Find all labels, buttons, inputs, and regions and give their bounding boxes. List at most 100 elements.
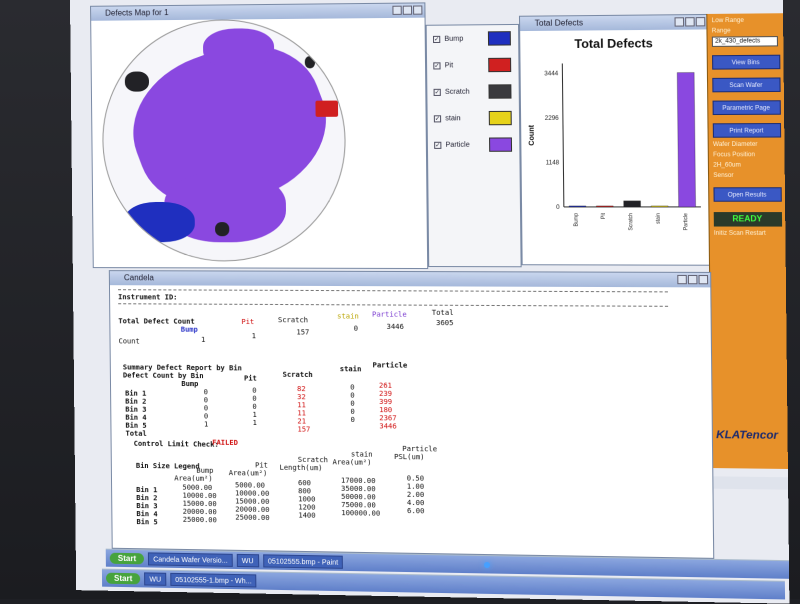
size-header-particle-unit: PSL(um): [394, 453, 425, 462]
legend-swatch: [488, 84, 511, 98]
bin-cell-pit: 0: [252, 403, 256, 411]
taskbar-item[interactable]: 05102555.bmp - Paint: [263, 554, 344, 569]
size-cell-particle: 0.50: [407, 474, 424, 482]
minimize-icon[interactable]: [674, 17, 684, 26]
bin-cell-scratch: 11: [297, 401, 306, 409]
taskbar-item[interactable]: WU: [237, 554, 259, 568]
map-titlebar[interactable]: Defects Map for 1: [91, 3, 424, 20]
legend-item-pit[interactable]: ✓ Pit: [427, 52, 519, 79]
bin-cell-stain: 0: [350, 408, 354, 416]
legend-item-particle[interactable]: ✓ Particle: [428, 131, 520, 158]
size-cell-bump: 25000.00: [183, 516, 217, 525]
legend-checkbox[interactable]: ✓: [433, 35, 440, 42]
legend-item-bump[interactable]: ✓ Bump: [427, 25, 519, 52]
scan-wafer-button[interactable]: Scan Wafer: [712, 77, 780, 92]
scratch-cluster: [125, 71, 149, 91]
start-button[interactable]: Start: [110, 553, 144, 565]
size-cell-particle: 1.00: [407, 483, 424, 491]
bin-cell-bump: 0: [204, 412, 208, 420]
taskbar-item[interactable]: WU: [144, 572, 166, 585]
bin-header-particle: Particle: [373, 361, 408, 369]
bin-total-scratch: 157: [297, 425, 310, 433]
total-defect-count-label: Total Defect Count: [118, 317, 194, 325]
bar-scratch: [624, 201, 641, 207]
divider: [118, 303, 668, 307]
legend-item-stain[interactable]: ✓ stain: [428, 105, 520, 132]
size-header-stain-unit: Area(um²): [333, 458, 372, 467]
bin-cell-stain: 0: [350, 392, 354, 400]
maximize-icon[interactable]: [685, 17, 695, 26]
parametric-page-button[interactable]: Parametric Page: [712, 100, 780, 115]
maximize-icon[interactable]: [688, 275, 698, 284]
size-header-bump: Bump: [196, 467, 213, 475]
count-bump: 1: [201, 336, 205, 344]
size-cell-particle: 2.00: [407, 491, 424, 499]
total-defects-window: Total Defects Total Defects 011482296344…: [519, 14, 711, 266]
by-bin-title: Defect Count by Bin: [123, 371, 204, 380]
y-tick-label: 1148: [546, 160, 560, 166]
bin-size-legend-title: Bin Size Legend: [136, 462, 200, 471]
bin-cell-label: Bin 2: [125, 398, 146, 406]
focus-value: 2H_60um: [709, 158, 785, 169]
divider: [118, 289, 668, 292]
count-particle: 3446: [387, 323, 404, 331]
scan-restart-text: Scan Restart: [729, 231, 766, 237]
close-icon[interactable]: [413, 5, 422, 14]
bin-cell-pit: 0: [252, 395, 256, 403]
legend-checkbox[interactable]: ✓: [434, 141, 441, 148]
pit-cluster: [315, 101, 338, 117]
bin-header-stain: stain: [340, 365, 362, 373]
bin-cell-particle: 399: [379, 398, 392, 406]
candela-title: Candela: [124, 273, 154, 282]
screen: Defects Map for 1 ✓ Bump ✓ Pit ✓ Scra: [70, 0, 789, 604]
view-bins-button[interactable]: View Bins: [711, 55, 779, 70]
bin-cell-stain: 0: [351, 416, 355, 424]
open-results-button[interactable]: Open Results: [713, 187, 781, 202]
size-header-scratch-unit: Length(um): [279, 464, 322, 473]
close-icon[interactable]: [698, 275, 708, 284]
size-header-pit: Pit: [255, 461, 268, 469]
bin-cell-stain: 0: [350, 400, 354, 408]
header-particle: Particle: [372, 311, 407, 319]
sensor-label: Sensor: [709, 169, 785, 179]
minimize-icon[interactable]: [677, 275, 687, 284]
control-limit-result: FAILED: [212, 439, 238, 447]
legend-label: Scratch: [445, 88, 489, 95]
bin-cell-scratch: 11: [297, 409, 306, 417]
chart-titlebar[interactable]: Total Defects: [520, 15, 707, 31]
legend-checkbox[interactable]: ✓: [433, 62, 440, 69]
y-axis: [562, 63, 564, 206]
total-defects-chart: 0114822963444CountBumpPitScratchstainPar…: [520, 48, 710, 254]
bin-cell-label: Bin 3: [125, 406, 146, 414]
legend-swatch: [489, 111, 512, 125]
range-label: Range: [707, 24, 783, 35]
size-cell-scratch: 600: [298, 479, 311, 487]
legend-item-scratch[interactable]: ✓ Scratch: [427, 78, 519, 105]
size-cell-stain: 100000.00: [341, 509, 380, 518]
bin-cell-bump: 0: [204, 404, 208, 412]
bin-cell-label: Bin 1: [125, 390, 146, 398]
bin-header-pit: Pit: [244, 374, 257, 382]
kla-tencor-logo: KLATencor: [716, 429, 778, 442]
instrument-id-label: Instrument ID:: [118, 293, 177, 301]
print-report-button[interactable]: Print Report: [712, 123, 780, 138]
legend-swatch: [488, 58, 511, 72]
close-icon[interactable]: [696, 17, 706, 26]
maximize-icon[interactable]: [403, 6, 412, 15]
legend-checkbox[interactable]: ✓: [434, 88, 441, 95]
count-label: Count: [119, 337, 140, 345]
size-cell-particle: 4.00: [407, 499, 424, 507]
init-text: Initiz: [714, 231, 727, 237]
taskbar-item[interactable]: Candela Wafer Versio...: [148, 552, 233, 567]
count-scratch: 157: [296, 328, 309, 336]
taskbar-item[interactable]: 05102555-1.bmp - Wh...: [170, 573, 257, 588]
range-select[interactable]: 2k_430_defects: [712, 36, 778, 47]
wafer-map[interactable]: [101, 18, 347, 261]
minimize-icon[interactable]: [392, 6, 401, 15]
legend-checkbox[interactable]: ✓: [434, 115, 441, 122]
init-label: Initiz Scan Restart: [710, 227, 786, 237]
count-stain: 0: [354, 325, 358, 333]
defect-map-window: Defects Map for 1: [90, 2, 428, 269]
start-button[interactable]: Start: [106, 573, 140, 585]
size-cell-scratch: 1400: [298, 511, 315, 519]
